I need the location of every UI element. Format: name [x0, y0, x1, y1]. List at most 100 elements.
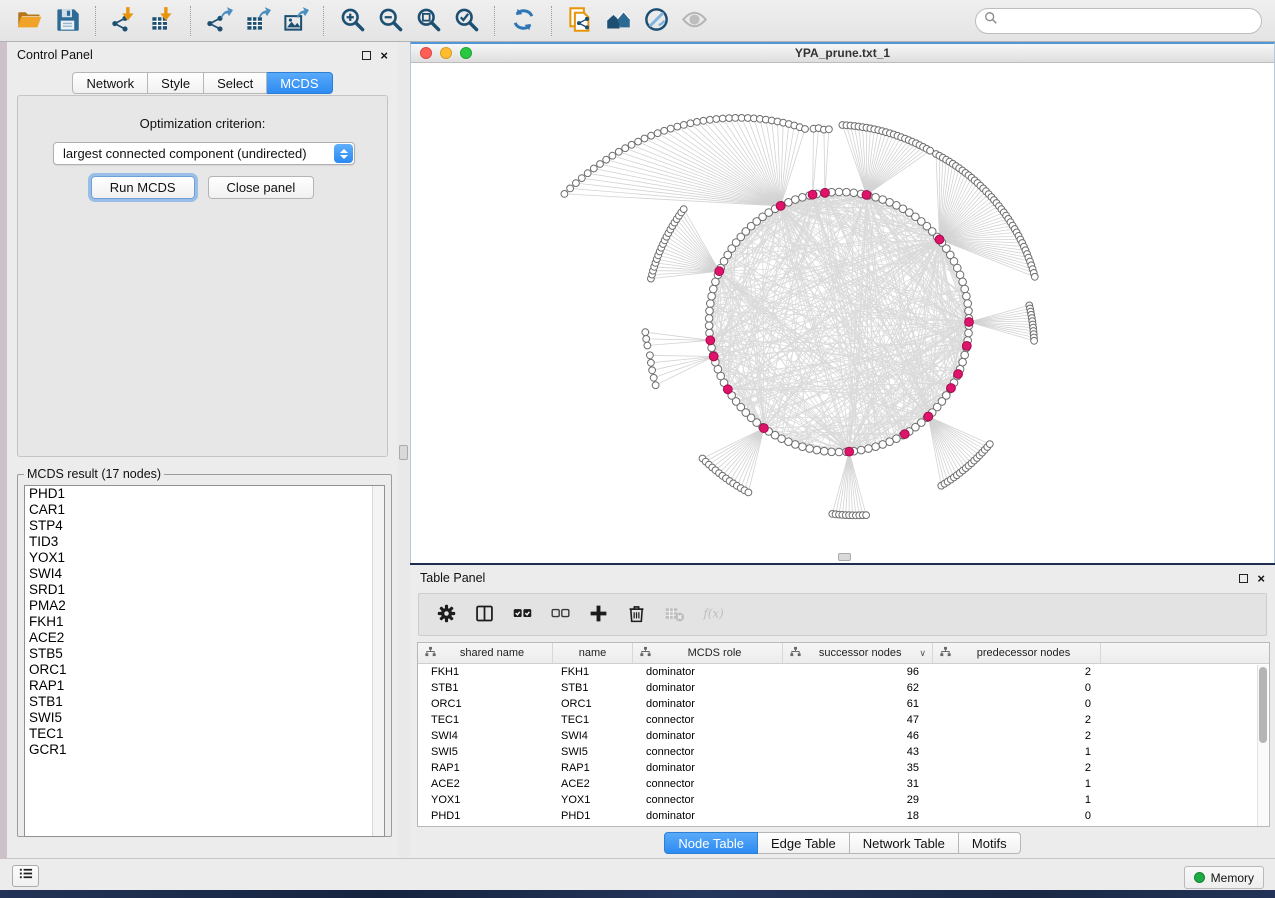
graph-leaf-node[interactable] — [584, 170, 591, 177]
tab-style[interactable]: Style — [148, 72, 204, 94]
mcds-result-item[interactable]: SRD1 — [25, 582, 384, 598]
mcds-result-item[interactable]: SWI4 — [25, 566, 384, 582]
cell-predecessor-nodes[interactable]: 1 — [933, 792, 1101, 808]
graph-node[interactable] — [959, 278, 967, 286]
network-view-titlebar[interactable]: YPA_prune.txt_1 — [411, 44, 1274, 63]
graph-hub-node[interactable] — [900, 430, 909, 439]
graph-leaf-node[interactable] — [641, 135, 648, 142]
cell-MCDS-role[interactable]: connector — [633, 712, 783, 728]
close-panel-button[interactable]: Close panel — [208, 176, 315, 199]
export-table-button[interactable] — [240, 4, 274, 38]
graph-node[interactable] — [707, 300, 715, 308]
table-row[interactable]: SWI4SWI4dominator462 — [418, 728, 1269, 744]
table-row[interactable]: STB1STB1dominator620 — [418, 680, 1269, 696]
mcds-list-scrollbar[interactable] — [372, 486, 384, 836]
graph-hub-node[interactable] — [706, 336, 715, 345]
zoom-in-button[interactable] — [335, 4, 369, 38]
cell-predecessor-nodes[interactable]: 1 — [933, 744, 1101, 760]
graph-leaf-node[interactable] — [648, 132, 655, 139]
graph-node[interactable] — [820, 447, 828, 455]
cell-successor-nodes[interactable]: 61 — [783, 696, 933, 712]
cell-MCDS-role[interactable]: connector — [633, 792, 783, 808]
graph-node[interactable] — [965, 307, 973, 315]
graph-leaf-node[interactable] — [1031, 337, 1038, 344]
zoom-fit-button[interactable] — [411, 4, 445, 38]
graph-leaf-node[interactable] — [603, 156, 610, 163]
graph-node[interactable] — [963, 292, 971, 300]
cell-predecessor-nodes[interactable]: 0 — [933, 696, 1101, 712]
cell-name[interactable]: YOX1 — [553, 792, 633, 808]
network-graph-canvas[interactable] — [411, 63, 1274, 563]
graph-node[interactable] — [799, 194, 807, 202]
cell-predecessor-nodes[interactable]: 0 — [933, 680, 1101, 696]
cell-MCDS-role[interactable]: dominator — [633, 696, 783, 712]
tab-edge-table[interactable]: Edge Table — [758, 832, 850, 854]
cell-MCDS-role[interactable]: dominator — [633, 808, 783, 824]
unselect-all-columns-button[interactable] — [545, 600, 575, 630]
graph-leaf-node[interactable] — [719, 115, 726, 122]
table-row[interactable]: YOX1YOX1connector291 — [418, 792, 1269, 808]
graph-leaf-node[interactable] — [732, 115, 739, 122]
cell-predecessor-nodes[interactable]: 2 — [933, 712, 1101, 728]
graph-leaf-node[interactable] — [826, 126, 833, 133]
graph-node[interactable] — [879, 441, 887, 449]
cell-name[interactable]: ACE2 — [553, 776, 633, 792]
horizontal-splitter-handle[interactable] — [838, 553, 851, 561]
cell-shared-name[interactable]: ACE2 — [418, 776, 553, 792]
table-scrollbar[interactable] — [1257, 665, 1268, 826]
mcds-result-item[interactable]: GCR1 — [25, 742, 384, 758]
memory-button[interactable]: Memory — [1184, 866, 1264, 889]
table-row[interactable]: ORC1ORC1dominator610 — [418, 696, 1269, 712]
mcds-result-item[interactable]: FKH1 — [25, 614, 384, 630]
column-header-successor-nodes[interactable]: successor nodes∨ — [783, 643, 933, 663]
graph-hub-node[interactable] — [962, 342, 971, 351]
graph-node[interactable] — [708, 344, 716, 352]
graph-node[interactable] — [964, 300, 972, 308]
show-column-panel-button[interactable] — [469, 600, 499, 630]
graph-hub-node[interactable] — [760, 424, 769, 433]
zoom-selected-button[interactable] — [449, 4, 483, 38]
cell-MCDS-role[interactable]: dominator — [633, 728, 783, 744]
mcds-result-item[interactable]: STB5 — [25, 646, 384, 662]
graph-node[interactable] — [835, 188, 843, 196]
graph-node[interactable] — [961, 285, 969, 293]
graph-node[interactable] — [965, 329, 973, 337]
graph-hub-node[interactable] — [845, 447, 854, 456]
graph-leaf-node[interactable] — [707, 116, 714, 123]
mcds-result-item[interactable]: TEC1 — [25, 726, 384, 742]
tab-motifs[interactable]: Motifs — [959, 832, 1021, 854]
cell-shared-name[interactable]: SWI4 — [418, 728, 553, 744]
graph-node[interactable] — [705, 315, 713, 323]
graph-node[interactable] — [850, 189, 858, 197]
column-header-shared-name[interactable]: shared name — [418, 643, 553, 663]
graph-leaf-node[interactable] — [1031, 273, 1038, 280]
cell-shared-name[interactable]: TEC1 — [418, 712, 553, 728]
cell-predecessor-nodes[interactable]: 2 — [933, 664, 1101, 680]
cell-successor-nodes[interactable]: 31 — [783, 776, 933, 792]
graph-hub-node[interactable] — [862, 191, 871, 200]
graph-node[interactable] — [865, 445, 873, 453]
cell-successor-nodes[interactable]: 29 — [783, 792, 933, 808]
select-all-columns-button[interactable] — [507, 600, 537, 630]
graph-hub-node[interactable] — [808, 190, 817, 199]
graph-hub-node[interactable] — [723, 385, 732, 394]
graph-leaf-node[interactable] — [642, 329, 649, 336]
hide-style-button[interactable] — [639, 4, 673, 38]
graph-leaf-node[interactable] — [590, 165, 597, 172]
column-header-MCDS-role[interactable]: MCDS role — [633, 643, 783, 663]
cell-MCDS-role[interactable]: connector — [633, 776, 783, 792]
graph-node[interactable] — [872, 443, 880, 451]
criterion-dropdown[interactable]: largest connected component (undirected) — [53, 142, 355, 165]
cell-successor-nodes[interactable]: 35 — [783, 760, 933, 776]
mcds-result-item[interactable]: STB1 — [25, 694, 384, 710]
graph-leaf-node[interactable] — [713, 116, 720, 123]
graph-hub-node[interactable] — [709, 352, 718, 361]
mcds-result-item[interactable]: TID3 — [25, 534, 384, 550]
tab-network[interactable]: Network — [72, 72, 148, 94]
graph-leaf-node[interactable] — [648, 359, 655, 366]
save-session-button[interactable] — [50, 4, 84, 38]
cell-name[interactable]: SWI4 — [553, 728, 633, 744]
graph-leaf-node[interactable] — [643, 336, 650, 343]
search-input[interactable] — [998, 11, 1261, 31]
graph-node[interactable] — [799, 443, 807, 451]
